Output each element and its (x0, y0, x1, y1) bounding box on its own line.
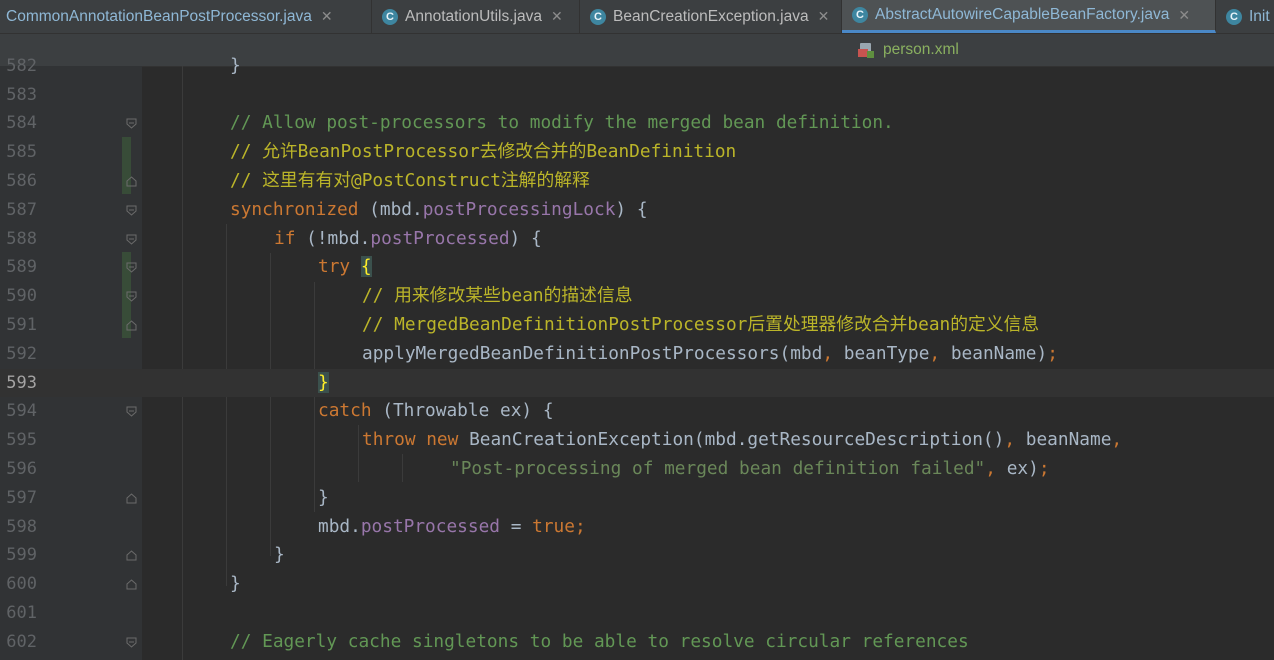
line-number: 591 (6, 314, 37, 335)
code-text: } (318, 371, 329, 393)
code-line[interactable]: 586 // 这里有有对@PostConstruct注解的解释 (0, 167, 1274, 196)
code-line[interactable]: 599 } (0, 541, 1274, 570)
code-text: } (318, 486, 329, 508)
code-text: // MergedBeanDefinitionPostProcessor后置处理… (362, 313, 1040, 335)
tab-init[interactable]: C Init (1216, 0, 1274, 33)
code-line[interactable]: 591 // MergedBeanDefinitionPostProcessor… (0, 311, 1274, 340)
fold-end-icon[interactable] (126, 550, 137, 561)
code-text: "Post-processing of merged bean definiti… (450, 457, 1050, 479)
line-number: 592 (6, 343, 37, 364)
code-text: applyMergedBeanDefinitionPostProcessors(… (362, 342, 1058, 364)
fold-end-icon[interactable] (126, 493, 137, 504)
code-line[interactable]: 585 // 允许BeanPostProcessor去修改合并的BeanDefi… (0, 138, 1274, 167)
code-text: } (274, 544, 285, 566)
code-text: } (230, 573, 241, 595)
code-line-current[interactable]: 593 } (0, 368, 1274, 398)
close-icon[interactable]: ✕ (551, 8, 563, 25)
code-text: throw new BeanCreationException(mbd.getR… (362, 429, 1123, 451)
code-text: // 这里有有对@PostConstruct注解的解释 (230, 169, 590, 191)
code-line[interactable]: 601 (0, 599, 1274, 628)
code-line[interactable]: 594 catch (Throwable ex) { (0, 397, 1274, 426)
code-line[interactable]: 584 // Allow post-processors to modify t… (0, 109, 1274, 138)
line-number: 602 (6, 631, 37, 652)
close-icon[interactable]: ✕ (1178, 7, 1190, 24)
fold-end-icon[interactable] (126, 176, 137, 187)
fold-start-icon[interactable] (126, 291, 137, 302)
code-text: // 用来修改某些bean的描述信息 (362, 285, 633, 307)
class-icon: C (1226, 8, 1242, 25)
line-number: 595 (6, 430, 37, 451)
line-number: 593 (6, 372, 37, 393)
code-text: if (!mbd.postProcessed) { (274, 227, 542, 249)
line-number: 598 (6, 516, 37, 537)
tab-label: AbstractAutowireCapableBeanFactory.java (875, 6, 1170, 23)
line-number: 590 (6, 286, 37, 307)
fold-start-icon[interactable] (126, 205, 137, 216)
fold-start-icon[interactable] (126, 118, 137, 129)
fold-start-icon[interactable] (126, 234, 137, 245)
code-text: mbd.postProcessed = true; (318, 515, 586, 537)
code-line[interactable]: 590 // 用来修改某些bean的描述信息 (0, 282, 1274, 311)
code-line[interactable]: 592 applyMergedBeanDefinitionPostProcess… (0, 340, 1274, 369)
line-number: 587 (6, 199, 37, 220)
line-number: 583 (6, 84, 37, 105)
code-text: synchronized (mbd.postProcessingLock) { (230, 198, 648, 220)
line-number: 600 (6, 574, 37, 595)
tab-abstract-autowire-capable-bean-factory[interactable]: C AbstractAutowireCapableBeanFactory.jav… (842, 0, 1216, 33)
tab-bean-creation-exception[interactable]: C BeanCreationException.java ✕ (580, 0, 842, 33)
fold-end-icon[interactable] (126, 320, 137, 331)
line-number: 597 (6, 487, 37, 508)
code-line[interactable]: 582 } (0, 52, 1274, 81)
tab-label: Init (1249, 7, 1270, 25)
code-editor[interactable]: 582 } 583 584 // Allow post-processors t… (0, 55, 1274, 660)
line-number: 584 (6, 113, 37, 134)
code-text: } (230, 54, 241, 76)
line-number: 596 (6, 458, 37, 479)
class-icon: C (852, 7, 868, 23)
code-text: // Allow post-processors to modify the m… (230, 112, 894, 134)
code-text: try { (318, 256, 372, 278)
fold-start-icon[interactable] (126, 406, 137, 417)
tab-label: AnnotationUtils.java (405, 7, 542, 25)
code-line[interactable]: 598 mbd.postProcessed = true; (0, 513, 1274, 542)
class-icon: C (382, 8, 398, 25)
code-line[interactable]: 587 synchronized (mbd.postProcessingLock… (0, 196, 1274, 225)
code-line[interactable]: 589 try { (0, 253, 1274, 282)
code-line[interactable]: 602 // Eagerly cache singletons to be ab… (0, 628, 1274, 657)
code-line[interactable]: 596 "Post-processing of merged bean defi… (0, 455, 1274, 484)
line-number: 601 (6, 602, 37, 623)
line-number: 589 (6, 257, 37, 278)
code-line[interactable]: 595 throw new BeanCreationException(mbd.… (0, 426, 1274, 455)
code-line[interactable]: 600 } (0, 570, 1274, 599)
tab-common-annotation-bean-post-processor[interactable]: CommonAnnotationBeanPostProcessor.java ✕ (0, 0, 372, 33)
fold-start-icon[interactable] (126, 637, 137, 648)
line-number: 586 (6, 170, 37, 191)
code-line[interactable]: 588 if (!mbd.postProcessed) { (0, 225, 1274, 254)
class-icon: C (590, 8, 606, 25)
tab-label: BeanCreationException.java (613, 7, 809, 25)
close-icon[interactable]: ✕ (321, 8, 333, 25)
tab-annotation-utils[interactable]: C AnnotationUtils.java ✕ (372, 0, 580, 33)
editor-tab-bar: CommonAnnotationBeanPostProcessor.java ✕… (0, 0, 1274, 34)
line-number: 582 (6, 55, 37, 76)
code-text: // 允许BeanPostProcessor去修改合并的BeanDefiniti… (230, 141, 737, 163)
fold-start-icon[interactable] (126, 262, 137, 273)
code-line[interactable]: 583 (0, 81, 1274, 110)
line-number: 594 (6, 401, 37, 422)
tab-label: CommonAnnotationBeanPostProcessor.java (6, 7, 312, 25)
code-line[interactable]: 597 } (0, 484, 1274, 513)
code-text: // Eagerly cache singletons to be able t… (230, 630, 969, 652)
close-icon[interactable]: ✕ (818, 8, 830, 25)
line-number: 599 (6, 545, 37, 566)
line-number: 588 (6, 228, 37, 249)
code-text: catch (Throwable ex) { (318, 400, 554, 422)
fold-end-icon[interactable] (126, 579, 137, 590)
line-number: 585 (6, 142, 37, 163)
